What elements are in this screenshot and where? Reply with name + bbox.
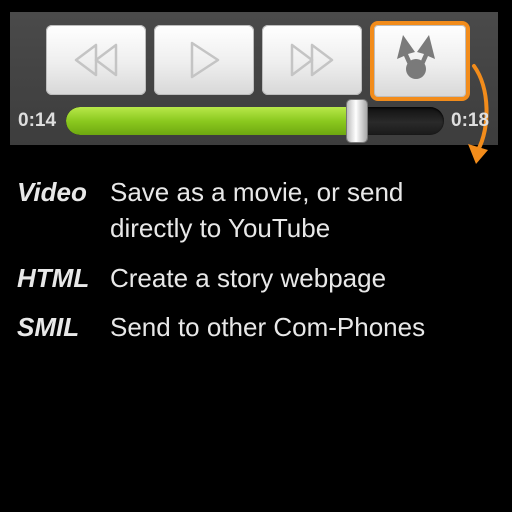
option-description: Create a story webpage: [110, 263, 387, 293]
option-term: Video: [17, 177, 87, 207]
seek-bar-progress: [66, 107, 357, 135]
current-time: 0:14: [18, 110, 57, 131]
play-icon: [190, 41, 220, 79]
rewind-icon: [74, 43, 118, 77]
option-term: SMIL: [17, 312, 80, 342]
fast-forward-button[interactable]: [262, 25, 362, 95]
seek-bar-track[interactable]: [66, 107, 444, 135]
rewind-button[interactable]: [46, 25, 146, 95]
option-description: Save as a movie, or send directly to You…: [110, 177, 404, 243]
export-help-screen: 0:14 0:18 Video Save as a movie, or send…: [0, 0, 512, 512]
option-description: Send to other Com-Phones: [110, 312, 426, 342]
seek-bar-thumb[interactable]: [347, 100, 367, 142]
total-time: 0:18: [451, 110, 490, 131]
option-term: HTML: [17, 263, 90, 293]
play-button[interactable]: [154, 25, 254, 95]
playback-controls: [46, 21, 470, 101]
fast-forward-icon: [290, 43, 334, 77]
